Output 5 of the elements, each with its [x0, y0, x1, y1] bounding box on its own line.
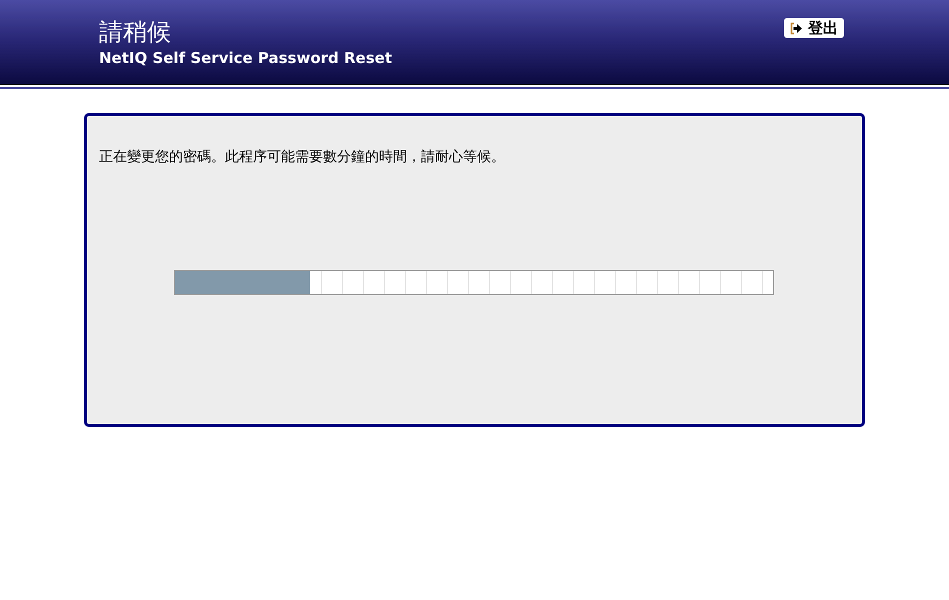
status-message: 正在變更您的密碼。此程序可能需要數分鐘的時間，請耐心等候。	[99, 148, 506, 167]
app-name: NetIQ Self Service Password Reset	[99, 48, 392, 68]
logout-icon	[790, 22, 803, 34]
page-title: 請稍候	[99, 17, 172, 48]
logout-button[interactable]: 登出	[784, 18, 844, 38]
